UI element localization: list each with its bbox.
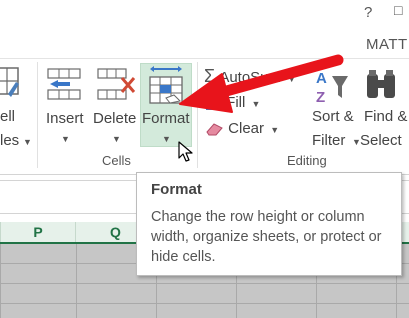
- binoculars-icon: [367, 70, 395, 98]
- cells-editing-divider: [197, 62, 198, 168]
- delete-cells-icon: [97, 68, 136, 100]
- ribbon-display-options-icon[interactable]: □: [394, 2, 402, 18]
- sort-filter-icon: A Z: [316, 70, 348, 106]
- fill-down-icon: [206, 96, 222, 111]
- autosum-label: AutoSum: [219, 69, 282, 86]
- sort-filter-label-1: Sort &: [312, 108, 354, 125]
- editing-group-label: Editing: [287, 153, 327, 168]
- tooltip-title: Format: [151, 181, 202, 198]
- sort-filter-button[interactable]: A Z Sort & Filter ▼: [310, 64, 361, 154]
- gridline: [0, 283, 409, 284]
- cell-styles-label-2: les: [0, 132, 20, 149]
- fill-dropdown-icon: ▼: [251, 99, 261, 109]
- sort-filter-label-2: Filter: [312, 132, 346, 149]
- svg-text:A: A: [316, 70, 327, 87]
- svg-text:Z: Z: [316, 89, 325, 106]
- insert-label: Insert: [46, 110, 84, 127]
- cell-styles-icon: [0, 67, 19, 97]
- cell-styles-label-1: ell: [0, 108, 16, 125]
- delete-label: Delete: [93, 110, 137, 127]
- fill-button[interactable]: Fill ▼: [206, 94, 260, 111]
- clear-label: Clear: [228, 120, 265, 137]
- autosum-button[interactable]: Σ AutoSum ▼: [204, 66, 296, 87]
- format-tooltip: Format Change the row height or column w…: [136, 172, 402, 276]
- autosum-icon: Σ: [204, 66, 216, 86]
- find-select-label-2: Select: [360, 132, 402, 149]
- gridline: [76, 244, 77, 318]
- column-header-p[interactable]: P: [1, 222, 76, 242]
- eraser-icon: [206, 123, 223, 136]
- delete-button[interactable]: Delete ▼: [92, 64, 140, 148]
- format-cells-icon: [149, 66, 183, 104]
- autosum-dropdown-icon: ▼: [287, 74, 297, 84]
- gridline: [0, 244, 1, 318]
- mouse-cursor-icon: [178, 141, 193, 162]
- format-label: Format: [142, 110, 190, 127]
- clear-button[interactable]: Clear ▼: [206, 120, 279, 137]
- fill-label: Fill: [226, 94, 246, 111]
- format-button[interactable]: Format ▼: [140, 64, 192, 148]
- insert-cells-icon: [47, 68, 81, 100]
- help-button[interactable]: ?: [364, 4, 372, 21]
- styles-cells-divider: [37, 62, 38, 168]
- cell-styles-button[interactable]: ell les ▼: [0, 64, 34, 154]
- insert-button[interactable]: Insert ▼: [42, 64, 90, 148]
- find-select-label-1: Find &: [364, 108, 408, 125]
- format-dropdown-icon: ▼: [162, 134, 171, 144]
- find-select-button[interactable]: Find & Select: [360, 64, 409, 154]
- cells-group-label: Cells: [102, 153, 131, 168]
- cell-styles-dropdown-icon: ▼: [23, 137, 32, 147]
- user-account-name[interactable]: MATT: [366, 36, 408, 53]
- delete-dropdown-icon: ▼: [112, 134, 121, 144]
- gridline: [0, 303, 409, 304]
- insert-dropdown-icon: ▼: [61, 134, 70, 144]
- clear-dropdown-icon: ▼: [270, 125, 280, 135]
- tooltip-description: Change the row height or column width, o…: [151, 209, 382, 265]
